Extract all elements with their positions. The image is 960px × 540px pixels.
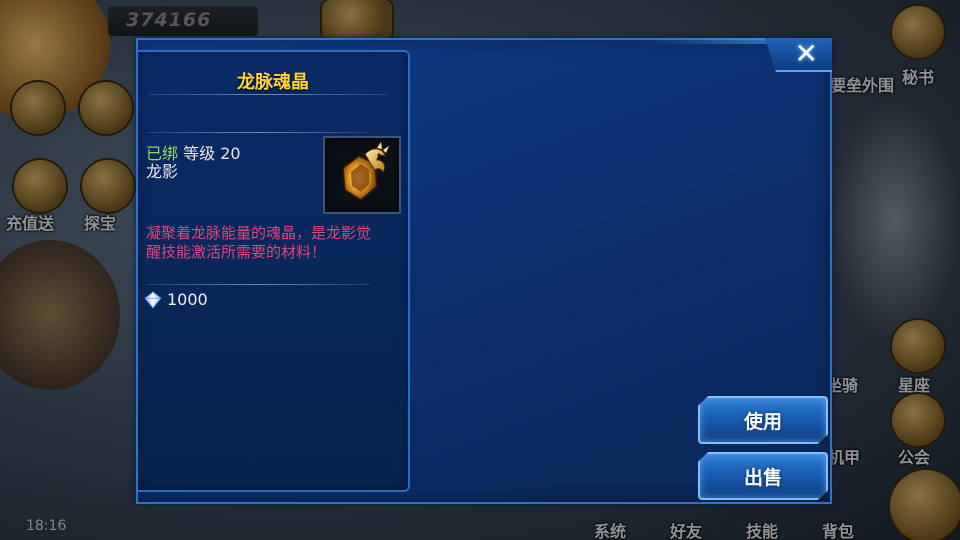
item-level: 等级 20: [183, 144, 241, 163]
item-info-panel: 龙脉魂晶 已绑 等级 20 龙影 凝聚着龙脉能量的魂晶，是龙影觉醒技能激活所需要…: [138, 50, 410, 492]
diamond-icon: [144, 290, 162, 309]
use-button[interactable]: 使用: [698, 396, 828, 444]
close-icon: ✕: [794, 37, 818, 70]
item-icon-frame: [323, 136, 401, 214]
divider: [146, 132, 370, 133]
divider: [146, 284, 370, 285]
golden-dragon-crystal-icon: [342, 142, 389, 201]
price-row: 1000: [144, 290, 208, 309]
price-value: 1000: [167, 290, 208, 309]
item-name: 龙脉魂晶: [237, 72, 309, 93]
use-button-label: 使用: [743, 410, 782, 433]
item-owner: 龙影: [146, 162, 179, 181]
divider: [148, 94, 388, 95]
sell-button-label: 出售: [743, 466, 782, 489]
item-detail-dialog: ✕ 龙脉魂晶 已绑 等级 20 龙影 凝聚着龙脉能量的魂晶，是龙影觉醒技能激活所…: [136, 38, 832, 504]
sell-button[interactable]: 出售: [698, 452, 828, 500]
item-description: 凝聚着龙脉能量的魂晶，是龙影觉醒技能激活所需要的材料！: [146, 224, 372, 261]
